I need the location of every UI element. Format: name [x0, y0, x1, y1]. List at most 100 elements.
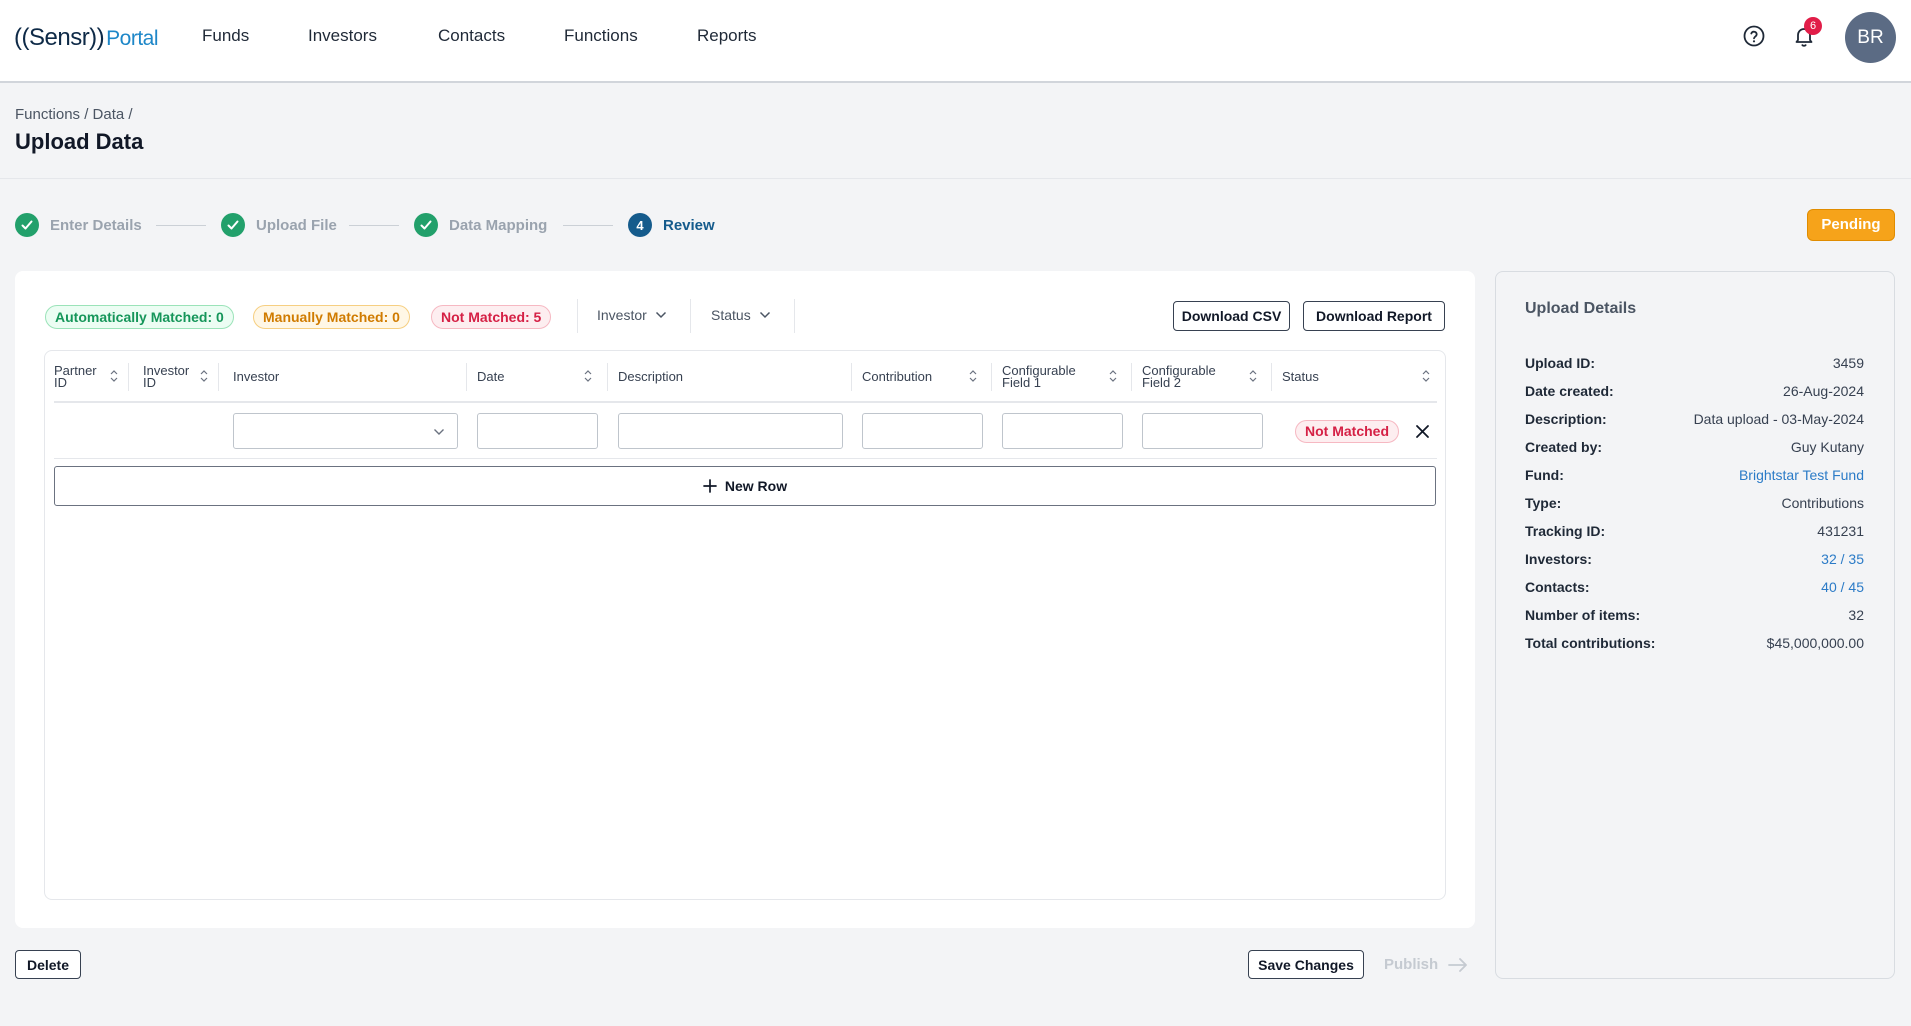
detail-row: Tracking ID: 431231	[1525, 523, 1864, 543]
column-contribution[interactable]: Contribution	[862, 370, 932, 383]
detail-value: Contributions	[1781, 495, 1865, 511]
sort-icon[interactable]	[1249, 368, 1257, 384]
publish-button[interactable]: Publish	[1374, 950, 1479, 979]
sort-icon[interactable]	[1109, 368, 1117, 384]
detail-value: 32	[1848, 607, 1864, 623]
auto-matched-chip[interactable]: Automatically Matched: 0	[45, 305, 234, 329]
help-icon[interactable]	[1742, 24, 1766, 48]
detail-link[interactable]: 40 / 45	[1821, 579, 1864, 595]
logo[interactable]: ((Sensr))Portal	[14, 24, 159, 52]
save-changes-button[interactable]: Save Changes	[1248, 950, 1364, 979]
plus-icon	[703, 479, 717, 493]
page-title: Upload Data	[15, 129, 144, 154]
column-configurable-field-1[interactable]: Configurable Field 1	[1002, 364, 1076, 389]
column-date[interactable]: Date	[477, 370, 504, 383]
step-data-mapping[interactable]: Data Mapping	[414, 213, 547, 237]
divider	[794, 299, 795, 333]
download-report-button[interactable]: Download Report	[1303, 301, 1445, 331]
contribution-input[interactable]	[862, 413, 983, 449]
breadcrumb[interactable]: Functions / Data /	[15, 106, 133, 123]
step-review[interactable]: 4 Review	[628, 213, 715, 237]
step-label: Data Mapping	[449, 216, 548, 234]
chevron-down-icon	[759, 311, 770, 319]
column-investor-id[interactable]: Investor ID	[143, 364, 189, 389]
step-connector	[349, 225, 399, 226]
nav-functions[interactable]: Functions	[564, 26, 638, 46]
step-enter-details[interactable]: Enter Details	[15, 213, 142, 237]
column-investor[interactable]: Investor	[233, 370, 279, 383]
nav-investors[interactable]: Investors	[308, 26, 377, 46]
detail-link[interactable]: 32 / 35	[1821, 551, 1864, 567]
download-csv-button[interactable]: Download CSV	[1173, 301, 1290, 331]
step-connector	[156, 225, 206, 226]
column-separator	[1131, 363, 1132, 391]
step-connector	[563, 225, 613, 226]
detail-row: Date created: 26-Aug-2024	[1525, 383, 1864, 403]
sort-icon[interactable]	[1422, 368, 1430, 384]
header-divider	[54, 401, 1437, 403]
detail-label: Investors:	[1525, 551, 1592, 567]
detail-row: Created by: Guy Kutany	[1525, 439, 1864, 459]
new-row-label: New Row	[724, 478, 788, 494]
check-icon	[15, 213, 39, 237]
column-separator	[466, 363, 467, 391]
sort-icon[interactable]	[110, 368, 118, 384]
step-label: Review	[663, 216, 715, 234]
new-row-button[interactable]: New Row	[54, 466, 1436, 506]
date-input[interactable]	[477, 413, 598, 449]
configurable-field-2-input[interactable]	[1142, 413, 1263, 449]
investor-select[interactable]	[233, 413, 458, 449]
divider	[577, 299, 578, 333]
detail-row: Type: Contributions	[1525, 495, 1864, 515]
detail-label: Fund:	[1525, 467, 1564, 483]
column-status[interactable]: Status	[1282, 370, 1319, 383]
detail-value: Data upload - 03-May-2024	[1693, 411, 1864, 427]
divider	[690, 299, 691, 333]
detail-label: Type:	[1525, 495, 1562, 511]
column-separator	[991, 363, 992, 391]
chevron-down-icon	[655, 311, 666, 319]
step-upload-file[interactable]: Upload File	[221, 213, 337, 237]
status-badge: Pending	[1807, 209, 1895, 241]
step-number: 4	[628, 213, 652, 237]
detail-label: Description:	[1525, 411, 1607, 427]
status-filter-label: Status	[711, 307, 751, 323]
nav-reports[interactable]: Reports	[697, 26, 757, 46]
step-label: Enter Details	[50, 216, 142, 234]
upload-table: Partner ID Investor ID Investor Date Descr…	[44, 350, 1446, 900]
configurable-field-1-input[interactable]	[1002, 413, 1123, 449]
check-icon	[221, 213, 245, 237]
detail-value: $45,000,000.00	[1766, 635, 1864, 651]
column-configurable-field-2[interactable]: Configurable Field 2	[1142, 364, 1216, 389]
detail-link[interactable]: Brightstar Test Fund	[1739, 467, 1864, 483]
detail-label: Total contributions:	[1525, 635, 1656, 651]
notification-badge: 6	[1804, 17, 1822, 35]
column-partner-id[interactable]: Partner ID	[54, 364, 97, 389]
upload-details-panel: Upload Details Upload ID: 3459 Date create…	[1495, 271, 1895, 979]
close-icon[interactable]	[1415, 424, 1430, 439]
column-separator	[1271, 363, 1272, 391]
not-matched-chip[interactable]: Not Matched: 5	[431, 305, 552, 329]
sort-icon[interactable]	[584, 368, 592, 384]
detail-label: Number of items:	[1525, 607, 1641, 623]
detail-label: Upload ID:	[1525, 355, 1595, 371]
upload-details-title: Upload Details	[1525, 300, 1637, 317]
nav-contacts[interactable]: Contacts	[438, 26, 505, 46]
investor-filter[interactable]: Investor	[597, 307, 667, 323]
manual-matched-chip[interactable]: Manually Matched: 0	[253, 305, 410, 329]
nav-funds[interactable]: Funds	[202, 26, 249, 46]
detail-value: 3459	[1832, 355, 1864, 371]
sort-icon[interactable]	[200, 368, 208, 384]
delete-button[interactable]: Delete	[15, 950, 81, 979]
detail-label: Created by:	[1525, 439, 1603, 455]
investor-filter-label: Investor	[597, 307, 647, 323]
step-label: Upload File	[256, 216, 337, 234]
description-input[interactable]	[618, 413, 843, 449]
avatar[interactable]: BR	[1845, 12, 1896, 63]
detail-row: Total contributions: $45,000,000.00	[1525, 635, 1864, 655]
page-header: Functions / Data / Upload Data	[0, 83, 1911, 179]
column-description[interactable]: Description	[618, 370, 683, 383]
sort-icon[interactable]	[969, 368, 977, 384]
status-filter[interactable]: Status	[711, 307, 771, 323]
detail-value: Guy Kutany	[1790, 439, 1864, 455]
